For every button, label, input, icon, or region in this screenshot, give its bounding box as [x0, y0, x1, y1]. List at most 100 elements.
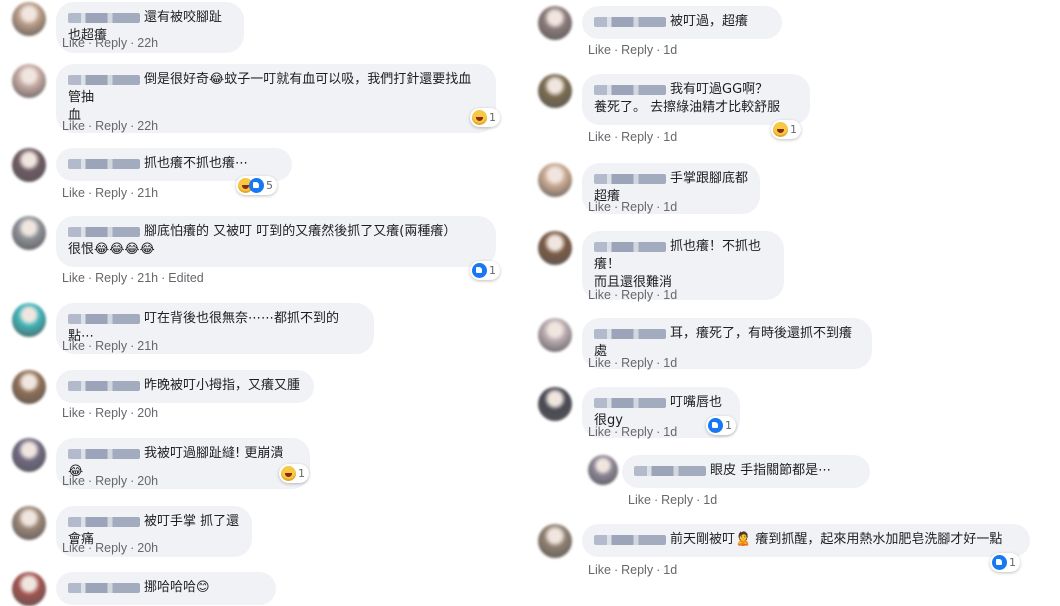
like-link[interactable]: Like	[62, 119, 85, 133]
like-link[interactable]: Like	[588, 288, 611, 302]
comment-actions: Like · Reply · 1d	[588, 200, 677, 214]
reply-link[interactable]: Reply	[95, 36, 127, 50]
commenter-name-blurred[interactable]	[634, 465, 706, 476]
timestamp-link[interactable]: 1d	[663, 425, 677, 439]
reply-link[interactable]: Reply	[621, 43, 653, 57]
timestamp-link[interactable]: 20h	[137, 541, 158, 555]
reaction-summary[interactable]: 1	[470, 261, 500, 280]
avatar[interactable]	[12, 572, 46, 606]
reply-link[interactable]: Reply	[621, 563, 653, 577]
reaction-summary[interactable]: 1	[990, 553, 1020, 572]
commenter-name-blurred[interactable]	[68, 313, 140, 324]
commenter-name-blurred[interactable]	[68, 582, 140, 593]
like-link[interactable]: Like	[62, 271, 85, 285]
separator-dot: ·	[656, 356, 661, 370]
like-link[interactable]: Like	[588, 563, 611, 577]
separator-dot: ·	[613, 43, 619, 57]
like-link[interactable]: Like	[62, 36, 85, 50]
timestamp-link[interactable]: 1d	[663, 563, 677, 577]
timestamp-link[interactable]: 21h	[137, 271, 158, 285]
avatar[interactable]	[538, 163, 572, 197]
timestamp-link[interactable]: 21h	[137, 186, 158, 200]
avatar[interactable]	[12, 303, 46, 337]
timestamp-link[interactable]: 1d	[663, 356, 677, 370]
timestamp-link[interactable]: 20h	[137, 474, 158, 488]
comment-actions: Like · Reply · 20h	[62, 406, 158, 420]
like-link[interactable]: Like	[628, 493, 651, 507]
commenter-name-blurred[interactable]	[594, 173, 666, 184]
comment-actions: Like · Reply · 1d	[588, 563, 677, 577]
commenter-name-blurred[interactable]	[594, 328, 666, 339]
avatar[interactable]	[12, 148, 46, 182]
commenter-name-blurred[interactable]	[68, 448, 140, 459]
timestamp-link[interactable]: 20h	[137, 406, 158, 420]
timestamp-link[interactable]: 21h	[137, 339, 158, 353]
commenter-name-blurred[interactable]	[594, 397, 666, 408]
timestamp-link[interactable]: 1d	[703, 493, 717, 507]
avatar[interactable]	[12, 506, 46, 540]
avatar[interactable]	[538, 6, 572, 40]
reply-link[interactable]: Reply	[95, 339, 127, 353]
avatar[interactable]	[588, 455, 618, 485]
edited-label[interactable]: Edited	[168, 271, 203, 285]
commenter-name-blurred[interactable]	[68, 74, 140, 85]
reaction-summary[interactable]: 1	[470, 108, 500, 127]
reply-link[interactable]: Reply	[621, 288, 653, 302]
avatar[interactable]	[538, 524, 572, 558]
reply-link[interactable]: Reply	[95, 474, 127, 488]
reaction-summary[interactable]: 1	[771, 120, 801, 139]
like-link[interactable]: Like	[62, 541, 85, 555]
like-link[interactable]: Like	[588, 356, 611, 370]
like-link[interactable]: Like	[62, 406, 85, 420]
reaction-summary[interactable]: 1	[279, 464, 309, 483]
like-link[interactable]: Like	[588, 43, 611, 57]
timestamp-link[interactable]: 22h	[137, 36, 158, 50]
reply-link[interactable]: Reply	[621, 200, 653, 214]
avatar[interactable]	[12, 438, 46, 472]
separator-dot: ·	[161, 271, 166, 285]
avatar[interactable]	[538, 387, 572, 421]
reply-link[interactable]: Reply	[621, 130, 653, 144]
reaction-summary[interactable]: 5	[236, 176, 277, 195]
reply-link[interactable]: Reply	[95, 541, 127, 555]
like-link[interactable]: Like	[588, 425, 611, 439]
commenter-name-blurred[interactable]	[68, 516, 140, 527]
commenter-name-blurred[interactable]	[594, 84, 666, 95]
avatar[interactable]	[538, 74, 572, 108]
commenter-name-blurred[interactable]	[68, 226, 140, 237]
reply-link[interactable]: Reply	[621, 356, 653, 370]
timestamp-link[interactable]: 22h	[137, 119, 158, 133]
separator-dot: ·	[653, 493, 659, 507]
reply-link[interactable]: Reply	[95, 119, 127, 133]
commenter-name-blurred[interactable]	[594, 16, 666, 27]
avatar[interactable]	[538, 231, 572, 265]
avatar[interactable]	[12, 216, 46, 250]
timestamp-link[interactable]: 1d	[663, 43, 677, 57]
avatar[interactable]	[12, 64, 46, 98]
commenter-name-blurred[interactable]	[594, 241, 666, 252]
like-link[interactable]: Like	[588, 200, 611, 214]
like-reaction-icon	[708, 418, 723, 433]
commenter-name-blurred[interactable]	[594, 534, 666, 545]
reply-link[interactable]: Reply	[95, 271, 127, 285]
commenter-name-blurred[interactable]	[68, 12, 140, 23]
reaction-summary[interactable]: 1	[706, 416, 736, 435]
avatar[interactable]	[12, 2, 46, 36]
reply-link[interactable]: Reply	[661, 493, 693, 507]
avatar[interactable]	[538, 318, 572, 352]
like-link[interactable]: Like	[62, 339, 85, 353]
timestamp-link[interactable]: 1d	[663, 200, 677, 214]
reply-link[interactable]: Reply	[621, 425, 653, 439]
haha-reaction-icon	[773, 122, 788, 137]
like-link[interactable]: Like	[62, 474, 85, 488]
avatar[interactable]	[12, 370, 46, 404]
timestamp-link[interactable]: 1d	[663, 288, 677, 302]
comment-bubble: 挪哈哈哈😊	[56, 572, 276, 605]
reply-link[interactable]: Reply	[95, 186, 127, 200]
commenter-name-blurred[interactable]	[68, 158, 140, 169]
like-link[interactable]: Like	[588, 130, 611, 144]
commenter-name-blurred[interactable]	[68, 380, 140, 391]
reply-link[interactable]: Reply	[95, 406, 127, 420]
timestamp-link[interactable]: 1d	[663, 130, 677, 144]
like-link[interactable]: Like	[62, 186, 85, 200]
